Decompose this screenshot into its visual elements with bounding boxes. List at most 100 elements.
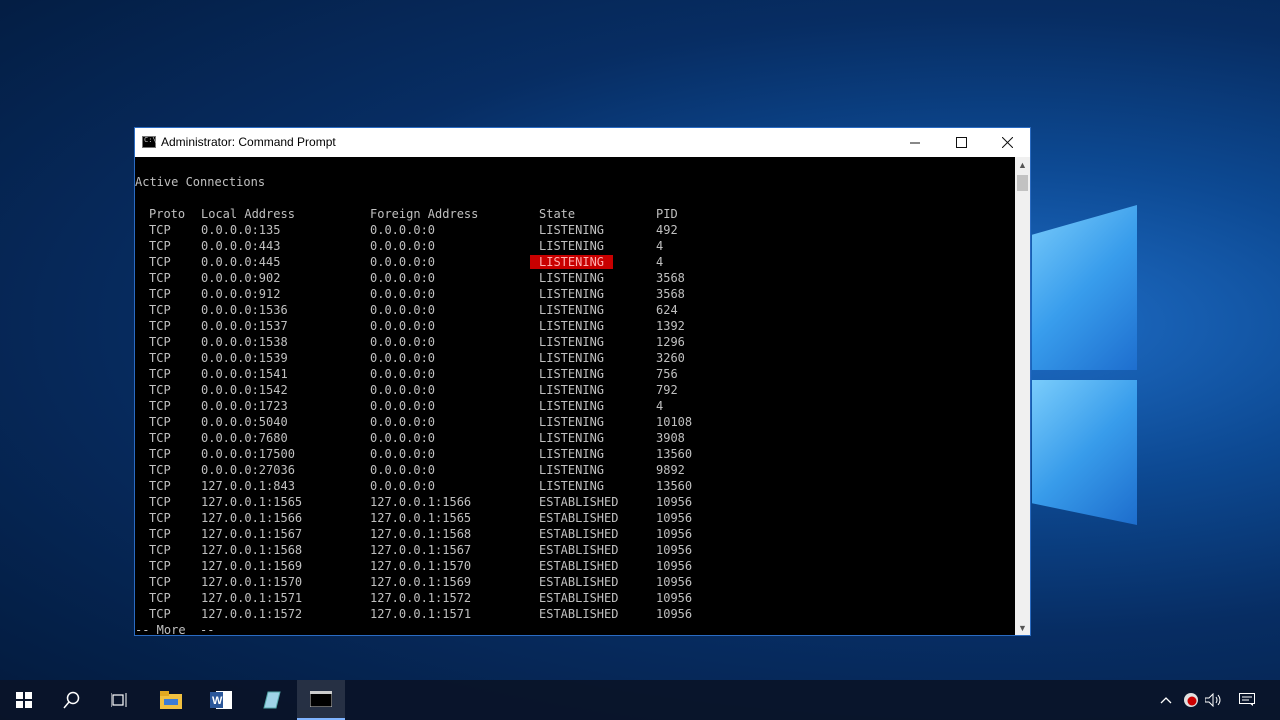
proto-cell: TCP xyxy=(149,431,171,445)
start-button[interactable] xyxy=(0,680,48,720)
scroll-up-icon[interactable]: ▲ xyxy=(1015,157,1030,172)
app-icon xyxy=(263,691,281,709)
command-prompt-window[interactable]: Administrator: Command Prompt Active Con… xyxy=(134,127,1031,636)
pid-cell: 10956 xyxy=(656,607,693,621)
pid-cell: 3908 xyxy=(656,431,685,445)
local-address-cell: 0.0.0.0:5040 xyxy=(201,415,288,429)
proto-cell: TCP xyxy=(149,383,171,397)
state-cell: LISTENING xyxy=(539,463,605,477)
maximize-icon xyxy=(955,137,967,148)
proto-cell: TCP xyxy=(149,607,171,621)
local-address-cell: 0.0.0.0:7680 xyxy=(201,431,288,445)
local-address-cell: 127.0.0.1:1565 xyxy=(201,495,303,509)
state-cell: ESTABLISHED xyxy=(539,495,619,509)
local-address-cell: 0.0.0.0:135 xyxy=(201,223,281,237)
command-prompt-taskbar-button[interactable] xyxy=(297,680,345,720)
cmd-icon[interactable] xyxy=(142,136,157,148)
security-icon xyxy=(1184,693,1198,707)
security-tray-button[interactable] xyxy=(1180,680,1202,720)
volume-tray-button[interactable] xyxy=(1203,680,1225,720)
foreign-address-cell: 127.0.0.1:1569 xyxy=(370,575,472,589)
task-view-button[interactable] xyxy=(96,680,144,720)
local-address-cell: 0.0.0.0:912 xyxy=(201,287,281,301)
proto-cell: TCP xyxy=(149,223,171,237)
svg-text:W: W xyxy=(212,695,223,707)
search-button[interactable] xyxy=(48,680,96,720)
mouse-cursor xyxy=(557,141,564,156)
state-cell: LISTENING xyxy=(539,303,605,317)
local-address-cell: 0.0.0.0:1723 xyxy=(201,399,288,413)
local-address-cell: 0.0.0.0:1542 xyxy=(201,383,288,397)
pid-cell: 3568 xyxy=(656,271,685,285)
close-button[interactable] xyxy=(984,128,1030,157)
pid-cell: 10108 xyxy=(656,415,693,429)
app-button[interactable] xyxy=(247,680,295,720)
state-cell: ESTABLISHED xyxy=(539,511,619,525)
state-cell: ESTABLISHED xyxy=(539,559,619,573)
local-address-cell: 0.0.0.0:17500 xyxy=(201,447,295,461)
local-address-cell: 127.0.0.1:1569 xyxy=(201,559,303,573)
foreign-address-cell: 0.0.0.0:0 xyxy=(370,303,436,317)
foreign-address-cell: 0.0.0.0:0 xyxy=(370,399,436,413)
proto-cell: TCP xyxy=(149,447,171,461)
proto-cell: TCP xyxy=(149,527,171,541)
more-prompt: -- More -- xyxy=(135,623,215,635)
pid-cell: 624 xyxy=(656,303,678,317)
proto-cell: TCP xyxy=(149,575,171,589)
volume-icon xyxy=(1205,693,1221,707)
local-address-cell: 0.0.0.0:1541 xyxy=(201,367,288,381)
state-cell: ESTABLISHED xyxy=(539,607,619,621)
foreign-address-cell: 0.0.0.0:0 xyxy=(370,447,436,461)
local-address-cell: 127.0.0.1:1570 xyxy=(201,575,303,589)
word-button[interactable]: W xyxy=(197,680,245,720)
foreign-address-cell: 0.0.0.0:0 xyxy=(370,335,436,349)
local-address-cell: 0.0.0.0:27036 xyxy=(201,463,295,477)
notification-tray-button[interactable] xyxy=(1234,680,1260,720)
state-cell: LISTENING xyxy=(539,367,605,381)
maximize-button[interactable] xyxy=(938,128,984,157)
foreign-address-cell: 0.0.0.0:0 xyxy=(370,255,436,269)
pid-cell: 9892 xyxy=(656,463,685,477)
column-header: Proto xyxy=(149,207,186,221)
state-cell: LISTENING xyxy=(539,287,605,301)
pid-cell: 1296 xyxy=(656,335,685,349)
foreign-address-cell: 127.0.0.1:1567 xyxy=(370,543,472,557)
state-cell: LISTENING xyxy=(539,351,605,365)
proto-cell: TCP xyxy=(149,335,171,349)
proto-cell: TCP xyxy=(149,399,171,413)
local-address-cell: 0.0.0.0:443 xyxy=(201,239,281,253)
vertical-scrollbar[interactable]: ▲ ▼ xyxy=(1015,157,1030,635)
local-address-cell: 0.0.0.0:1536 xyxy=(201,303,288,317)
scroll-thumb[interactable] xyxy=(1017,175,1028,191)
proto-cell: TCP xyxy=(149,543,171,557)
foreign-address-cell: 127.0.0.1:1572 xyxy=(370,591,472,605)
state-cell: ESTABLISHED xyxy=(539,543,619,557)
pid-cell: 492 xyxy=(656,223,678,237)
windows-icon xyxy=(16,692,32,708)
title-bar[interactable]: Administrator: Command Prompt xyxy=(135,128,1030,157)
proto-cell: TCP xyxy=(149,367,171,381)
column-header: State xyxy=(539,207,576,221)
state-cell: LISTENING xyxy=(539,271,605,285)
proto-cell: TCP xyxy=(149,479,171,493)
foreign-address-cell: 0.0.0.0:0 xyxy=(370,287,436,301)
scroll-down-icon[interactable]: ▼ xyxy=(1015,620,1030,635)
tray-overflow-button[interactable] xyxy=(1155,680,1177,720)
minimize-icon xyxy=(910,142,920,143)
state-cell: LISTENING xyxy=(539,447,605,461)
state-cell: LISTENING xyxy=(539,383,605,397)
proto-cell: TCP xyxy=(149,287,171,301)
console-output[interactable]: Active Connections Proto Local Address F… xyxy=(135,157,1015,635)
foreign-address-cell: 127.0.0.1:1565 xyxy=(370,511,472,525)
state-cell: ESTABLISHED xyxy=(539,591,619,605)
proto-cell: TCP xyxy=(149,319,171,333)
state-cell: LISTENING xyxy=(539,319,605,333)
notification-icon xyxy=(1239,693,1255,706)
pid-cell: 10956 xyxy=(656,559,693,573)
local-address-cell: 0.0.0.0:902 xyxy=(201,271,281,285)
file-explorer-button[interactable] xyxy=(147,680,195,720)
foreign-address-cell: 0.0.0.0:0 xyxy=(370,271,436,285)
local-address-cell: 127.0.0.1:1567 xyxy=(201,527,303,541)
column-header: PID xyxy=(656,207,678,221)
minimize-button[interactable] xyxy=(892,128,938,157)
